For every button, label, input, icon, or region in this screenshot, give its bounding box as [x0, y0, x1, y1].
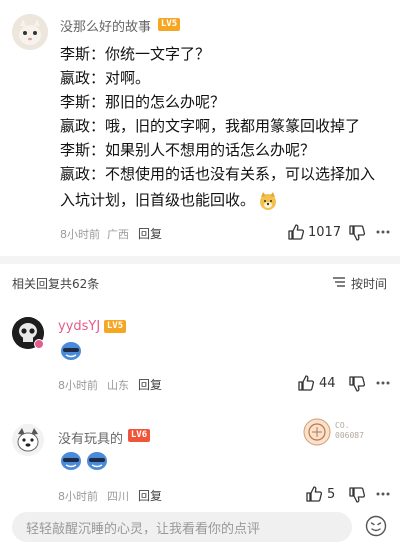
reply-username[interactable]: 没有玩具的 — [58, 428, 123, 447]
thumbs-down-icon[interactable] — [348, 375, 366, 393]
reply-username[interactable]: yydsYJ — [58, 319, 100, 334]
comment-time: 8小时前 — [60, 228, 100, 241]
comment-location: 广西 — [107, 228, 129, 241]
comment-input-placeholder[interactable]: 轻轻敲醒沉睡的心灵，让我看看你的点评 — [26, 518, 260, 537]
thumbs-down-icon[interactable] — [348, 486, 366, 504]
emoji-sticker-icon — [61, 452, 81, 470]
doge-emoji-icon — [260, 192, 276, 210]
comment-line: 嬴政：哦，旧的文字啊，我都用篆篆回收掉了 — [60, 117, 361, 135]
reply-button[interactable]: 回复 — [138, 376, 162, 393]
cat-avatar-icon — [12, 14, 48, 50]
more-icon[interactable] — [376, 229, 390, 235]
reply-time: 8小时前 — [58, 379, 98, 392]
dog-avatar-icon — [12, 424, 44, 456]
reply-button[interactable]: 回复 — [138, 487, 162, 504]
thumbs-up-icon[interactable] — [305, 485, 323, 503]
reply-location: 四川 — [107, 490, 129, 503]
avatar-main[interactable] — [12, 14, 48, 50]
fan-medal-number: CO. 006087 — [335, 421, 364, 440]
avatar-reply-2[interactable] — [12, 424, 44, 456]
comment-line: 嬴政：不想使用的话也没有关系，可以选择加入 — [60, 165, 376, 183]
replies-count: 相关回复共62条 — [12, 277, 100, 291]
reply-location: 山东 — [107, 379, 129, 392]
like-count: 1017 — [308, 225, 342, 240]
comment-line: 入坑计划，旧首级也能回收。 — [60, 191, 256, 209]
avatar-badge-icon — [34, 339, 44, 349]
comment-line: 嬴政：对啊。 — [60, 69, 151, 87]
like-count: 44 — [319, 376, 336, 391]
comment-line: 李斯：那旧的怎么办呢？ — [60, 93, 226, 111]
emoji-sticker-icon — [61, 342, 81, 360]
thumbs-up-icon[interactable] — [297, 374, 315, 392]
level-badge: LV5 — [104, 320, 126, 333]
more-icon[interactable] — [376, 380, 390, 386]
emoji-face-icon[interactable] — [365, 515, 387, 537]
more-icon[interactable] — [376, 491, 390, 497]
reply-time: 8小时前 — [58, 490, 98, 503]
section-divider — [0, 256, 400, 264]
comment-thread-page: 没那么好的故事 LV5 李斯：你统一文字了？ 嬴政：对啊。 李斯：那旧的怎么办呢… — [0, 0, 400, 548]
thumbs-up-icon[interactable] — [287, 223, 305, 241]
level-badge: LV5 — [158, 18, 180, 31]
sort-icon[interactable] — [332, 276, 346, 288]
fan-medal-icon — [303, 418, 331, 446]
sort-by-time[interactable]: 按时间 — [351, 275, 387, 292]
comment-line: 李斯：你统一文字了？ — [60, 45, 211, 63]
main-username[interactable]: 没那么好的故事 — [60, 16, 151, 35]
comment-line: 李斯：如果别人不想用的话怎么办呢？ — [60, 141, 316, 159]
like-count: 5 — [327, 487, 336, 502]
level-badge: LV6 — [128, 429, 150, 442]
thumbs-down-icon[interactable] — [348, 224, 366, 242]
reply-button[interactable]: 回复 — [138, 225, 162, 242]
emoji-sticker-icon — [87, 452, 107, 470]
